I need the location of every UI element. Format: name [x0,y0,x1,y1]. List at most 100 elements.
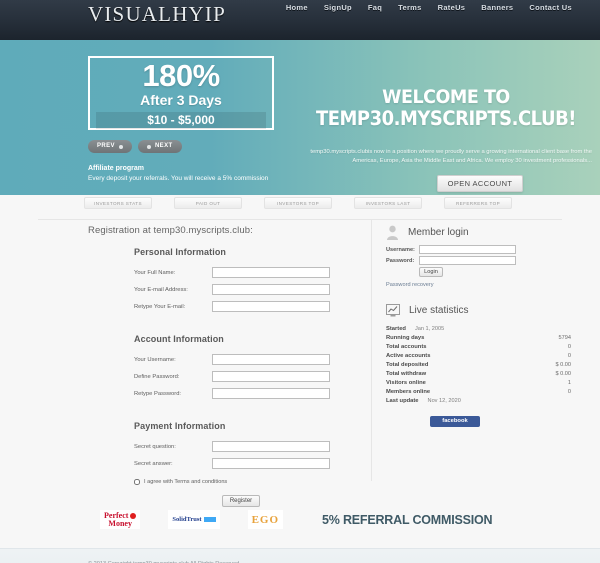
site-logo[interactable]: VISUALHYIP [88,2,226,27]
input-username[interactable] [212,354,330,365]
register-button[interactable]: Register [222,495,260,507]
stats-tab-bar: INVESTORS STATS PAID OUT INVESTORS TOP I… [0,197,600,209]
sidebar: Member login Username: Password: Login P… [386,225,571,427]
payment-processors-bar: Perfect Money SolidTrust EGO 5% REFERRAL… [0,508,600,548]
stat-row-last-update: Last update Nov 12, 2020 [386,396,571,405]
stat-value-running-days: 5794 [558,334,571,341]
input-full-name[interactable] [212,267,330,278]
stat-key-last-update: Last update [386,397,419,404]
terms-label: I agree with Terms and conditions [144,479,228,485]
input-retype-password[interactable] [212,388,330,399]
stat-key-total-withdraw: Total withdraw [386,370,427,377]
stat-row-total-accounts: Total accounts 0 [386,342,571,351]
stat-key-started: Started [386,325,406,332]
login-username-input[interactable] [419,245,516,254]
welcome-line-1: WELCOME TO [382,86,510,108]
stat-row-members-online: Members online 0 [386,387,571,396]
solidtrust-line-1: SolidTrust [172,516,202,523]
stat-key-active-accounts: Active accounts [386,352,431,359]
stat-value-total-deposited: $ 0.00 [555,361,571,368]
chart-monitor-icon [386,304,400,317]
input-password[interactable] [212,371,330,382]
page-title: Registration at temp30.myscripts.club: [88,225,253,236]
stat-key-total-accounts: Total accounts [386,343,427,350]
login-button[interactable]: Login [419,267,443,277]
label-secret-question: Secret question: [134,443,176,450]
login-password-input[interactable] [419,256,516,265]
member-login-title: Member login [408,227,469,238]
ego-pay-logo[interactable]: EGO [247,510,284,529]
nav-item-terms[interactable]: Terms [398,3,421,12]
terms-checkbox[interactable] [134,479,140,485]
nav-item-signup[interactable]: SignUp [324,3,352,12]
affiliate-program-block: Affiliate program Every deposit your ref… [88,164,268,184]
user-icon [387,225,398,240]
tab-referrers-top[interactable]: REFERRERS TOP [444,197,512,209]
stat-row-running-days: Running days 5794 [386,333,571,342]
stat-value-total-withdraw: $ 0.00 [555,370,571,377]
stat-value-members-online: 0 [567,388,571,395]
open-account-button[interactable]: OPEN ACCOUNT [437,175,523,192]
terms-agreement-row: I agree with Terms and conditions [134,479,338,485]
tab-investors-stats[interactable]: INVESTORS STATS [84,197,152,209]
main-content: INVESTORS STATS PAID OUT INVESTORS TOP I… [0,195,600,508]
input-secret-answer[interactable] [212,458,330,469]
label-retype-email: Retype Your E-mail: [134,303,186,310]
stat-key-visitors-online: Visitors online [386,379,426,386]
member-login-header: Member login [386,225,571,240]
input-email[interactable] [212,284,330,295]
password-recovery-link[interactable]: Password recovery [386,282,571,288]
stat-value-visitors-online: 1 [567,379,571,386]
welcome-paragraph: temp30.myscripts.clubis now in a positio… [310,149,592,164]
nav-item-banners[interactable]: Banners [481,3,513,12]
solidtrust-pay-logo[interactable]: SolidTrust [168,510,220,529]
stat-row-total-withdraw: Total withdraw $ 0.00 [386,369,571,378]
field-retype-email: Retype Your E-mail: [134,301,338,312]
facebook-button[interactable]: facebook [430,416,480,427]
slider-prev-label: PREV [97,143,115,149]
investment-plan-slide: 180% After 3 Days $10 - $5,000 [88,56,274,130]
slider-next-button[interactable]: NEXT [137,140,182,153]
affiliate-description: Every deposit your referrals. You will r… [88,175,269,182]
field-secret-answer: Secret answer: [134,458,338,469]
slider-prev-button[interactable]: PREV [88,140,132,153]
site-footer: © 2013 Copyright temp30.myscripts.club A… [0,548,600,563]
label-full-name: Your Full Name: [134,269,176,276]
nav-item-rateus[interactable]: RateUs [438,3,466,12]
field-username: Your Username: [134,354,338,365]
content-vertical-divider [371,219,372,481]
section-title-account: Account Information [134,334,224,344]
referral-commission-text: 5% REFERRAL COMMISSION [322,513,493,527]
stat-row-started: Started Jan 1, 2005 [386,324,571,333]
chevron-left-icon [118,144,123,149]
solidtrust-swoosh-icon [203,517,216,523]
section-title-personal: Personal Information [134,247,227,257]
tab-paid-out[interactable]: PAID OUT [174,197,242,209]
input-secret-question[interactable] [212,441,330,452]
field-email: Your E-mail Address: [134,284,338,295]
slider-next-label: NEXT [154,143,173,149]
tab-investors-top[interactable]: INVESTORS TOP [264,197,332,209]
login-password-label: Password: [386,257,415,264]
input-retype-email[interactable] [212,301,330,312]
field-password: Define Password: [134,371,338,382]
perfect-money-logo[interactable]: Perfect Money [100,510,141,529]
live-statistics-panel: Live statistics Started Jan 1, 2005 Runn… [386,304,571,427]
plan-amount-range: $10 - $5,000 [96,112,266,129]
affiliate-title: Affiliate program [88,165,145,172]
content-top-divider [38,219,562,220]
stat-row-visitors-online: Visitors online 1 [386,378,571,387]
label-secret-answer: Secret answer: [134,460,173,467]
tab-investors-last[interactable]: INVESTORS LAST [354,197,422,209]
plan-duration: After 3 Days [140,92,222,108]
nav-item-faq[interactable]: Faq [368,3,382,12]
nav-item-contact-us[interactable]: Contact Us [529,3,572,12]
label-username: Your Username: [134,356,176,363]
field-full-name: Your Full Name: [134,267,338,278]
nav-item-home[interactable]: Home [286,3,308,12]
welcome-line-2: TEMP30.MYSCRIPTS.CLUB! [315,107,577,130]
stat-value-total-accounts: 0 [567,343,571,350]
stat-row-active-accounts: Active accounts 0 [386,351,571,360]
stat-value-active-accounts: 0 [567,352,571,359]
login-username-label: Username: [386,246,415,253]
